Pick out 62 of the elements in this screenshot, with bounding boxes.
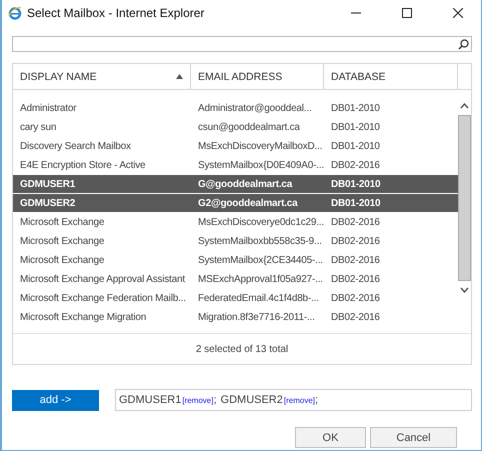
table-cell-text: E4E Encryption Store - Active bbox=[19, 160, 146, 170]
table-cell-text: DB01-2010 bbox=[330, 122, 381, 132]
table-cell-text: G2@gooddealmart.ca bbox=[197, 198, 299, 208]
table-cell-text: MsExchDiscoverye0dc1c29... bbox=[197, 216, 324, 228]
table-cell-text: MsExchDiscoveryMailboxD... bbox=[197, 140, 324, 152]
scroll-thumb[interactable] bbox=[458, 115, 471, 281]
table-cell-text: Administrator@gooddeal... bbox=[197, 102, 313, 114]
selected-mailbox-name: GDMUSER1 bbox=[119, 394, 182, 406]
separator-text: ; bbox=[315, 394, 318, 406]
table-cell-text: FederatedEmail.4c1f4d8b-... bbox=[197, 292, 320, 304]
scroll-down-icon[interactable] bbox=[460, 287, 469, 293]
table-cell-text: DB01-2010 bbox=[330, 198, 382, 208]
close-icon bbox=[453, 8, 463, 18]
table-cell-text: DB01-2010 bbox=[330, 178, 382, 190]
table-cell-text: Microsoft Exchange bbox=[19, 254, 106, 266]
table-cell-text: SystemMailbox{2CE34405-... bbox=[197, 254, 324, 266]
table-cell-text: Microsoft Exchange bbox=[19, 216, 106, 228]
table-cell-text: cary sun bbox=[19, 122, 58, 132]
search-icon[interactable] bbox=[458, 38, 469, 50]
table-cell-text: Administrator bbox=[19, 102, 78, 114]
table-cell-text: SystemMailboxbb558c35-9... bbox=[197, 236, 323, 246]
column-header[interactable]: DATABASE bbox=[324, 64, 458, 89]
table-cell-text: Discovery Search Mailbox bbox=[19, 140, 132, 152]
table-cell-text: DB01-2010 bbox=[330, 102, 381, 114]
remove-link[interactable]: [remove] bbox=[182, 396, 214, 404]
selected-mailbox-name: GDMUSER2 bbox=[220, 394, 283, 406]
dialog-button[interactable]: Cancel bbox=[370, 427, 457, 448]
dialog-button[interactable]: OK bbox=[295, 427, 366, 448]
table-cell-text: Microsoft Exchange Approval Assistant bbox=[19, 274, 186, 284]
maximize-icon bbox=[402, 8, 412, 18]
window-title: Select Mailbox - Internet Explorer bbox=[27, 6, 206, 20]
table-cell-text: DB02-2016 bbox=[330, 312, 381, 322]
table-cell-text: DB01-2010 bbox=[330, 140, 381, 152]
table-cell-text: Microsoft Exchange Migration bbox=[19, 312, 148, 322]
table-cell-text: DB02-2016 bbox=[330, 216, 381, 228]
table-cell-text: DB02-2016 bbox=[330, 292, 381, 304]
scroll-up-icon[interactable] bbox=[460, 103, 469, 109]
table-cell-text: SystemMailbox{D0E409A0-... bbox=[197, 160, 324, 170]
column-header[interactable]: DISPLAY NAME bbox=[13, 64, 191, 89]
table-cell-text: G@gooddealmart.ca bbox=[197, 178, 294, 190]
remove-link[interactable]: [remove] bbox=[284, 396, 315, 404]
table-cell-text: DB02-2016 bbox=[330, 160, 381, 170]
table-cell-text: GDMUSER1 bbox=[19, 178, 76, 190]
sort-up-icon bbox=[176, 74, 183, 79]
mailbox-row[interactable]: GDMUSER1 G@gooddealmart.ca DB01-2010 bbox=[13, 175, 458, 194]
mailbox-row[interactable]: GDMUSER2 G2@gooddealmart.ca DB01-2010 bbox=[13, 194, 458, 213]
table-cell-text: Microsoft Exchange Federation Mailb... bbox=[19, 292, 187, 304]
column-header[interactable]: EMAIL ADDRESS bbox=[191, 64, 324, 89]
add-button[interactable]: add -> bbox=[12, 390, 99, 410]
table-cell-text: csun@gooddealmart.ca bbox=[197, 122, 301, 132]
browser-logo-icon bbox=[8, 6, 22, 20]
table-cell-text: DB02-2016 bbox=[330, 236, 381, 246]
separator-text: ; bbox=[213, 394, 217, 406]
table-cell-text: DB02-2016 bbox=[330, 254, 381, 266]
selected-mailboxes-field[interactable]: GDMUSER1[remove]; GDMUSER2[remove]; bbox=[115, 389, 472, 411]
search-field[interactable] bbox=[12, 36, 472, 52]
table-cell-text: Microsoft Exchange bbox=[19, 236, 106, 246]
selection-count: 2 selected of 13 total bbox=[196, 344, 288, 354]
table-cell-text: MSExchApproval1f05a927-... bbox=[197, 274, 324, 284]
table-cell-text: Migration.8f3e7716-2011-... bbox=[197, 312, 316, 322]
table-cell-text: GDMUSER2 bbox=[19, 198, 76, 208]
table-cell-text: DB02-2016 bbox=[330, 274, 381, 284]
